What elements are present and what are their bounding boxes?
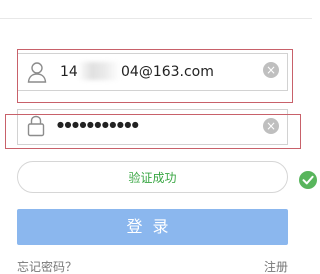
password-value: ●●●●●●●●●●● [57, 120, 140, 129]
lock-icon [27, 115, 45, 137]
clear-x-icon[interactable]: × [263, 62, 279, 78]
email-redaction [78, 62, 120, 80]
top-divider [0, 0, 312, 19]
check-circle-icon [299, 171, 317, 189]
register-link[interactable]: 注册 [264, 260, 288, 274]
captcha-verify-box[interactable]: 验证成功 [17, 161, 288, 193]
forgot-password-link[interactable]: 忘记密码？ [17, 260, 77, 274]
user-icon [27, 62, 47, 83]
email-value-suffix: 04@163.com [121, 64, 214, 80]
login-button[interactable]: 登录 [17, 209, 288, 245]
clear-x-icon[interactable]: × [263, 118, 279, 134]
email-value-prefix: 14 [60, 64, 78, 80]
captcha-status-text: 验证成功 [128, 171, 177, 185]
